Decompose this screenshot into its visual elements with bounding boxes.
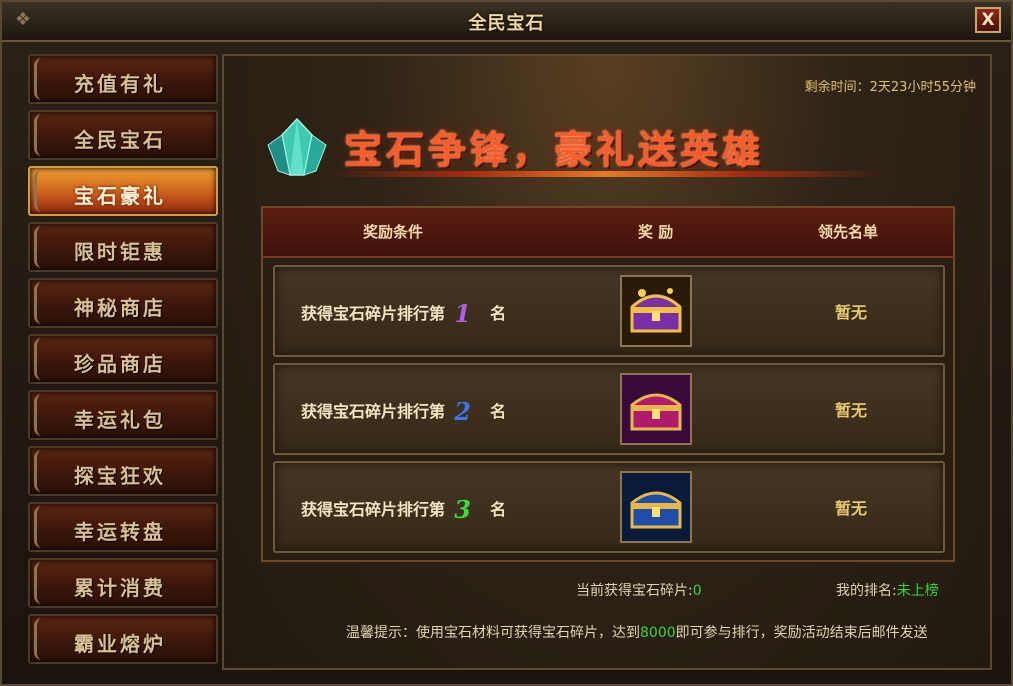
scroll-ornament-icon — [34, 282, 51, 324]
banner-title: 宝石争锋，豪礼送英雄 — [344, 127, 765, 172]
sidebar-item-lucky-wheel[interactable]: 幸运转盘 — [28, 502, 218, 552]
sidebar-item-label: 限时钜惠 — [74, 240, 166, 264]
sidebar-item-total-spend[interactable]: 累计消费 — [28, 558, 218, 608]
header-leaders: 领先名单 — [818, 223, 879, 241]
window-title: 全民宝石 — [468, 13, 545, 34]
table-row: 获得宝石碎片排行第 3 名 暂无 — [273, 461, 945, 553]
scroll-ornament-icon — [34, 58, 51, 100]
sidebar-item-mystery-shop[interactable]: 神秘商店 — [28, 278, 218, 328]
sidebar-item-label: 全民宝石 — [74, 128, 166, 152]
rank-unit: 名 — [490, 402, 507, 421]
leader-name: 暂无 — [835, 401, 868, 420]
scroll-ornament-icon — [34, 450, 51, 492]
tip-threshold: 8000 — [640, 625, 676, 641]
sidebar-item-label: 幸运礼包 — [74, 408, 166, 432]
scroll-ornament-icon — [34, 170, 51, 212]
sidebar-item-treasure-hunt[interactable]: 探宝狂欢 — [28, 446, 218, 496]
leader-name: 暂无 — [835, 303, 868, 322]
condition-text: 获得宝石碎片排行第 — [301, 500, 446, 519]
sidebar-item-lucky-pack[interactable]: 幸运礼包 — [28, 390, 218, 440]
rank-number: 2 — [454, 397, 471, 426]
table-header: 奖励条件 奖 励 领先名单 — [263, 208, 953, 258]
scroll-ornament-icon — [34, 394, 51, 436]
table-row: 获得宝石碎片排行第 1 名 暂无 — [273, 265, 945, 357]
sidebar-item-label: 神秘商店 — [74, 296, 166, 320]
close-button[interactable]: X — [975, 7, 1001, 33]
sidebar-item-recharge-gift[interactable]: 充值有礼 — [28, 54, 218, 104]
rank-number: 3 — [454, 495, 471, 524]
rank-label: 我的排名: — [836, 583, 897, 599]
rank-number: 1 — [454, 299, 471, 328]
scroll-ornament-icon — [34, 618, 51, 660]
rank-unit: 名 — [490, 500, 507, 519]
reward-condition: 获得宝石碎片排行第 3 名 — [301, 495, 506, 524]
gem-icon — [267, 117, 327, 176]
scroll-ornament-icon — [34, 114, 51, 156]
sidebar-item-label: 霸业熔炉 — [74, 632, 166, 656]
ranking-table: 奖励条件 奖 励 领先名单 获得宝石碎片排行第 1 名 暂无 获得宝石碎片排行第… — [261, 206, 955, 562]
title-bar: ❖ 全民宝石 X — [2, 2, 1011, 42]
sidebar-item-label: 累计消费 — [74, 576, 166, 600]
my-rank: 我的排名:未上榜 — [836, 580, 939, 600]
condition-text: 获得宝石碎片排行第 — [301, 402, 446, 421]
tip-text: 温馨提示：使用宝石材料可获得宝石碎片，达到8000即可参与排行，奖励活动结束后邮… — [346, 622, 928, 642]
sidebar-item-gem-gifts[interactable]: 宝石豪礼 — [28, 166, 218, 216]
scroll-ornament-icon — [34, 506, 51, 548]
rank-unit: 名 — [490, 304, 507, 323]
sidebar: 充值有礼 全民宝石 宝石豪礼 限时钜惠 神秘商店 珍品商店 幸运礼包 探宝狂欢 — [28, 54, 218, 670]
blue-chest-icon[interactable] — [620, 471, 692, 543]
condition-text: 获得宝石碎片排行第 — [301, 304, 446, 323]
sidebar-item-label: 宝石豪礼 — [74, 184, 166, 208]
leader-name: 暂无 — [835, 499, 868, 518]
header-condition: 奖励条件 — [363, 223, 424, 241]
table-row: 获得宝石碎片排行第 2 名 暂无 — [273, 363, 945, 455]
tip-suffix: 即可参与排行，奖励活动结束后邮件发送 — [675, 625, 928, 641]
sidebar-item-furnace[interactable]: 霸业熔炉 — [28, 614, 218, 664]
scroll-ornament-icon — [34, 338, 51, 380]
scroll-ornament-icon — [34, 226, 51, 268]
scroll-ornament-icon — [34, 562, 51, 604]
remaining-time: 剩余时间：2天23小时55分钟 — [804, 80, 976, 95]
header-reward: 奖 励 — [638, 223, 674, 241]
event-banner: 宝石争锋，豪礼送英雄 — [264, 111, 904, 191]
reward-condition: 获得宝石碎片排行第 1 名 — [301, 299, 506, 328]
game-window: ❖ 全民宝石 X 充值有礼 全民宝石 宝石豪礼 限时钜惠 神秘商店 珍品商店 幸… — [0, 0, 1013, 686]
sidebar-item-label: 幸运转盘 — [74, 520, 166, 544]
fragments-value: 0 — [692, 583, 702, 599]
sidebar-item-limited-deals[interactable]: 限时钜惠 — [28, 222, 218, 272]
banner-underline — [324, 171, 884, 177]
sidebar-item-label: 充值有礼 — [74, 72, 166, 96]
content-panel: 剩余时间：2天23小时55分钟 宝石争锋，豪礼送英雄 奖励条件 奖 励 领先名单… — [222, 54, 992, 670]
fragments-label: 当前获得宝石碎片: — [576, 583, 693, 599]
sidebar-item-label: 珍品商店 — [74, 352, 166, 376]
sidebar-item-label: 探宝狂欢 — [74, 464, 166, 488]
gold-purple-chest-icon[interactable] — [620, 275, 692, 347]
rank-value: 未上榜 — [896, 583, 939, 599]
sidebar-item-all-gems[interactable]: 全民宝石 — [28, 110, 218, 160]
purple-chest-icon[interactable] — [620, 373, 692, 445]
sidebar-item-treasure-shop[interactable]: 珍品商店 — [28, 334, 218, 384]
tip-prefix: 温馨提示：使用宝石材料可获得宝石碎片，达到 — [346, 625, 640, 641]
reward-condition: 获得宝石碎片排行第 2 名 — [301, 397, 506, 426]
current-fragments: 当前获得宝石碎片:0 — [576, 580, 702, 600]
